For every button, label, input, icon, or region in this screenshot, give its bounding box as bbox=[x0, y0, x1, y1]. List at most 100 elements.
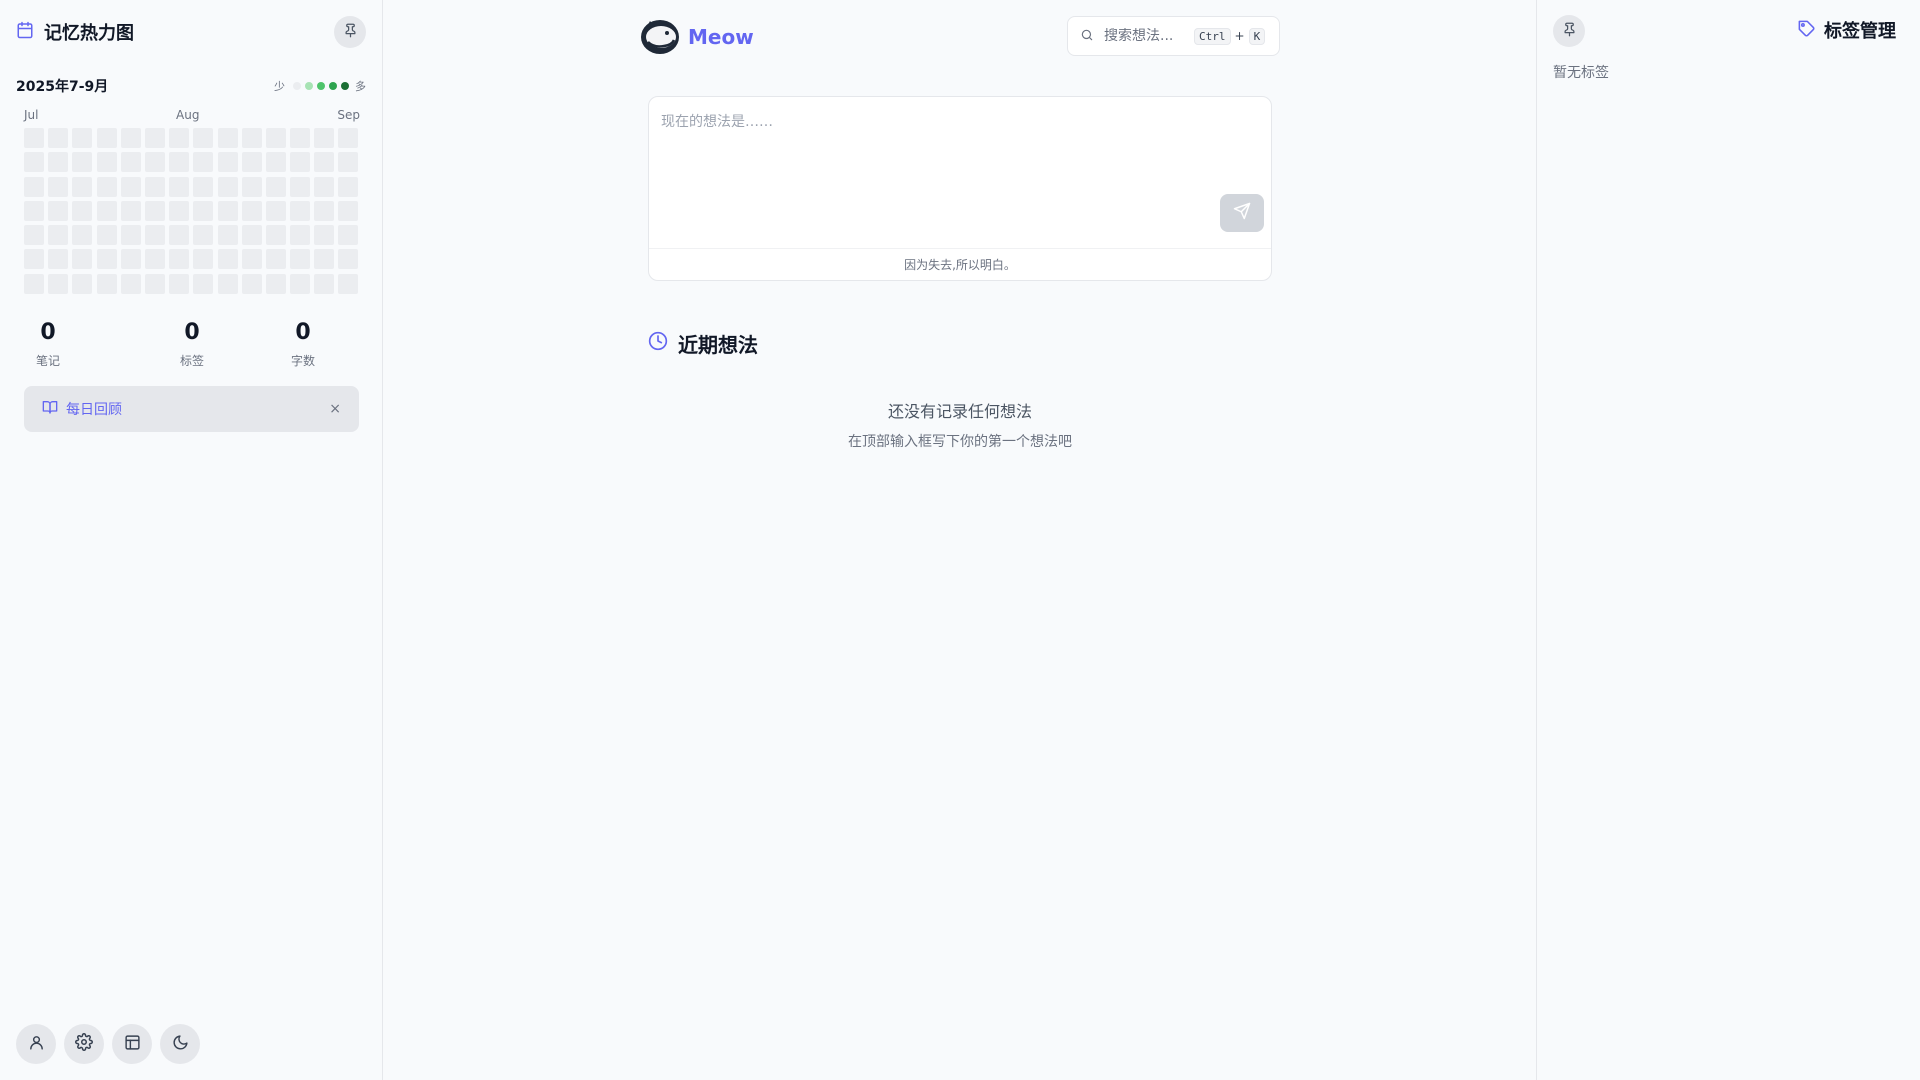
heatmap-cell[interactable] bbox=[217, 200, 238, 221]
heatmap-cell[interactable] bbox=[290, 249, 311, 270]
heatmap-cell[interactable] bbox=[314, 128, 335, 148]
layout-button[interactable] bbox=[112, 1024, 152, 1064]
search-input[interactable] bbox=[1104, 28, 1194, 44]
heatmap-cell[interactable] bbox=[169, 128, 190, 148]
pin-right-sidebar-button[interactable] bbox=[1553, 15, 1585, 47]
heatmap-cell[interactable] bbox=[24, 225, 44, 246]
dark-mode-toggle[interactable] bbox=[160, 1024, 200, 1064]
heatmap-cell[interactable] bbox=[338, 128, 359, 148]
heatmap-cell[interactable] bbox=[72, 152, 93, 173]
heatmap-cell[interactable] bbox=[96, 128, 117, 148]
heatmap-cell[interactable] bbox=[265, 176, 286, 197]
heatmap-cell[interactable] bbox=[314, 176, 335, 197]
heatmap-cell[interactable] bbox=[241, 176, 262, 197]
heatmap-cell[interactable] bbox=[290, 176, 311, 197]
heatmap-cell[interactable] bbox=[217, 225, 238, 246]
heatmap-cell[interactable] bbox=[48, 128, 69, 148]
heatmap-cell[interactable] bbox=[314, 249, 335, 270]
heatmap-cell[interactable] bbox=[96, 200, 117, 221]
heatmap-cell[interactable] bbox=[120, 249, 141, 270]
heatmap-cell[interactable] bbox=[169, 249, 190, 270]
heatmap-cell[interactable] bbox=[120, 200, 141, 221]
heatmap-cell[interactable] bbox=[169, 176, 190, 197]
heatmap-cell[interactable] bbox=[241, 225, 262, 246]
heatmap-cell[interactable] bbox=[72, 128, 93, 148]
heatmap-cell[interactable] bbox=[290, 225, 311, 246]
heatmap-cell[interactable] bbox=[217, 176, 238, 197]
heatmap-cell[interactable] bbox=[217, 128, 238, 148]
daily-review-banner[interactable]: 每日回顾 × bbox=[24, 386, 359, 432]
heatmap-cell[interactable] bbox=[144, 200, 165, 221]
heatmap-cell[interactable] bbox=[24, 273, 44, 294]
heatmap-cell[interactable] bbox=[120, 225, 141, 246]
heatmap-cell[interactable] bbox=[217, 273, 238, 294]
heatmap-cell[interactable] bbox=[24, 249, 44, 270]
daily-review-close-button[interactable]: × bbox=[329, 401, 341, 417]
heatmap-cell[interactable] bbox=[144, 225, 165, 246]
heatmap-cell[interactable] bbox=[265, 273, 286, 294]
brand[interactable]: Meow bbox=[640, 18, 754, 56]
heatmap-cell[interactable] bbox=[241, 273, 262, 294]
profile-button[interactable] bbox=[16, 1024, 56, 1064]
heatmap-cell[interactable] bbox=[241, 152, 262, 173]
heatmap-cell[interactable] bbox=[120, 128, 141, 148]
heatmap-cell[interactable] bbox=[24, 200, 44, 221]
heatmap-cell[interactable] bbox=[24, 176, 44, 197]
heatmap-cell[interactable] bbox=[217, 152, 238, 173]
heatmap-cell[interactable] bbox=[169, 152, 190, 173]
settings-button[interactable] bbox=[64, 1024, 104, 1064]
pin-left-sidebar-button[interactable] bbox=[334, 16, 366, 48]
heatmap-cell[interactable] bbox=[120, 152, 141, 173]
heatmap-cell[interactable] bbox=[193, 249, 214, 270]
heatmap-cell[interactable] bbox=[48, 176, 69, 197]
heatmap-cell[interactable] bbox=[72, 273, 93, 294]
heatmap-cell[interactable] bbox=[144, 152, 165, 173]
heatmap-cell[interactable] bbox=[72, 225, 93, 246]
heatmap-cell[interactable] bbox=[72, 176, 93, 197]
heatmap-cell[interactable] bbox=[193, 176, 214, 197]
heatmap-cell[interactable] bbox=[193, 152, 214, 173]
heatmap-cell[interactable] bbox=[338, 225, 359, 246]
heatmap-cell[interactable] bbox=[314, 225, 335, 246]
heatmap-cell[interactable] bbox=[290, 200, 311, 221]
thought-input[interactable] bbox=[649, 97, 1271, 247]
heatmap-cell[interactable] bbox=[96, 152, 117, 173]
heatmap-cell[interactable] bbox=[241, 249, 262, 270]
heatmap-cell[interactable] bbox=[338, 152, 359, 173]
heatmap-cell[interactable] bbox=[338, 249, 359, 270]
heatmap-cell[interactable] bbox=[24, 152, 44, 173]
send-button[interactable] bbox=[1220, 194, 1264, 232]
heatmap-cell[interactable] bbox=[96, 225, 117, 246]
heatmap-cell[interactable] bbox=[290, 128, 311, 148]
heatmap-cell[interactable] bbox=[193, 200, 214, 221]
heatmap-cell[interactable] bbox=[217, 249, 238, 270]
heatmap-cell[interactable] bbox=[265, 152, 286, 173]
heatmap-cell[interactable] bbox=[265, 200, 286, 221]
heatmap-cell[interactable] bbox=[314, 200, 335, 221]
heatmap-cell[interactable] bbox=[290, 152, 311, 173]
heatmap-cell[interactable] bbox=[338, 273, 359, 294]
heatmap-cell[interactable] bbox=[169, 200, 190, 221]
heatmap-cell[interactable] bbox=[265, 128, 286, 148]
heatmap-cell[interactable] bbox=[48, 225, 69, 246]
heatmap-cell[interactable] bbox=[241, 200, 262, 221]
heatmap-cell[interactable] bbox=[48, 249, 69, 270]
heatmap-cell[interactable] bbox=[72, 200, 93, 221]
heatmap-cell[interactable] bbox=[96, 273, 117, 294]
heatmap-cell[interactable] bbox=[144, 176, 165, 197]
heatmap-cell[interactable] bbox=[120, 176, 141, 197]
heatmap-cell[interactable] bbox=[24, 128, 44, 148]
heatmap-cell[interactable] bbox=[144, 128, 165, 148]
heatmap-cell[interactable] bbox=[48, 152, 69, 173]
heatmap-cell[interactable] bbox=[169, 273, 190, 294]
heatmap-cell[interactable] bbox=[144, 273, 165, 294]
heatmap-cell[interactable] bbox=[169, 225, 190, 246]
heatmap-cell[interactable] bbox=[241, 128, 262, 148]
heatmap-cell[interactable] bbox=[265, 225, 286, 246]
heatmap-cell[interactable] bbox=[314, 273, 335, 294]
heatmap-cell[interactable] bbox=[144, 249, 165, 270]
heatmap-cell[interactable] bbox=[338, 200, 359, 221]
search-box[interactable]: Ctrl + K bbox=[1067, 16, 1280, 56]
heatmap-cell[interactable] bbox=[290, 273, 311, 294]
heatmap-cell[interactable] bbox=[48, 273, 69, 294]
